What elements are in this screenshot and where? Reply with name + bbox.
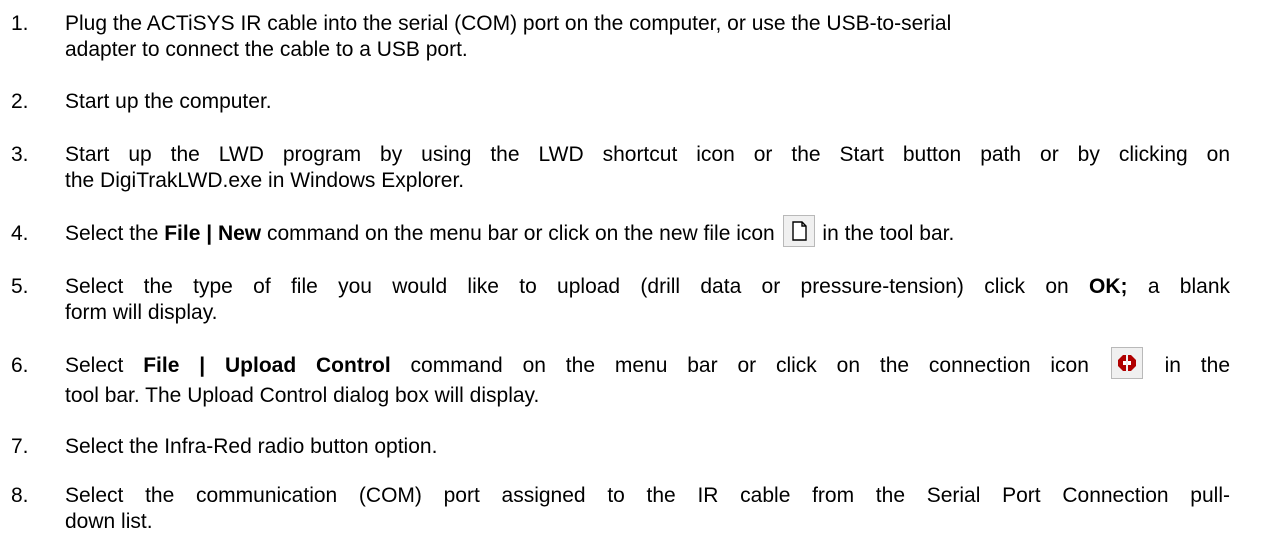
step-text: Select the [65,222,165,245]
instruction-list: 1. Plug the ACTiSYS IR cable into the se… [0,0,1270,535]
menu-command: File | New [164,222,262,245]
step-text: the DigiTrakLWD.exe in Windows Explorer. [65,169,465,192]
step-number: 1. [11,12,29,35]
step-text: in the tool bar. [816,222,955,245]
step-text: down list. [65,510,153,533]
step-text: Plug the ACTiSYS IR cable into the seria… [65,12,952,35]
step-text: command on the menu bar or click on the … [390,354,1109,377]
step-text: Select the communication (COM) port assi… [65,484,1230,507]
step-text: tool bar. The Upload Control dialog box … [65,384,540,408]
step-text: form will display. [65,301,218,324]
step-text: Start up the LWD program by using the LW… [65,143,1230,166]
step-text: Select the type of file you would like t… [65,275,1090,298]
step-text: Start up the computer. [65,90,272,113]
step-number: 3. [11,143,29,166]
step-text: Select [65,354,144,377]
menu-command: File | Upload Control [143,354,391,377]
step-number: 4. [11,222,29,245]
step-number: 6. [11,354,29,377]
new-file-icon [782,215,815,248]
step-text: adapter to connect the cable to a USB po… [65,38,468,61]
step-text: command on the menu bar or click on the … [261,222,781,245]
step-text: in the [1144,354,1230,377]
step-text: a blank [1127,275,1230,298]
step-number: 2. [11,90,29,113]
step-number: 5. [11,275,29,298]
connection-icon [1110,347,1143,380]
step-number: 7. [11,435,29,458]
button-label: OK; [1089,275,1128,298]
step-text: Select the Infra-Red radio button option… [65,435,438,458]
step-number: 8. [11,484,29,507]
